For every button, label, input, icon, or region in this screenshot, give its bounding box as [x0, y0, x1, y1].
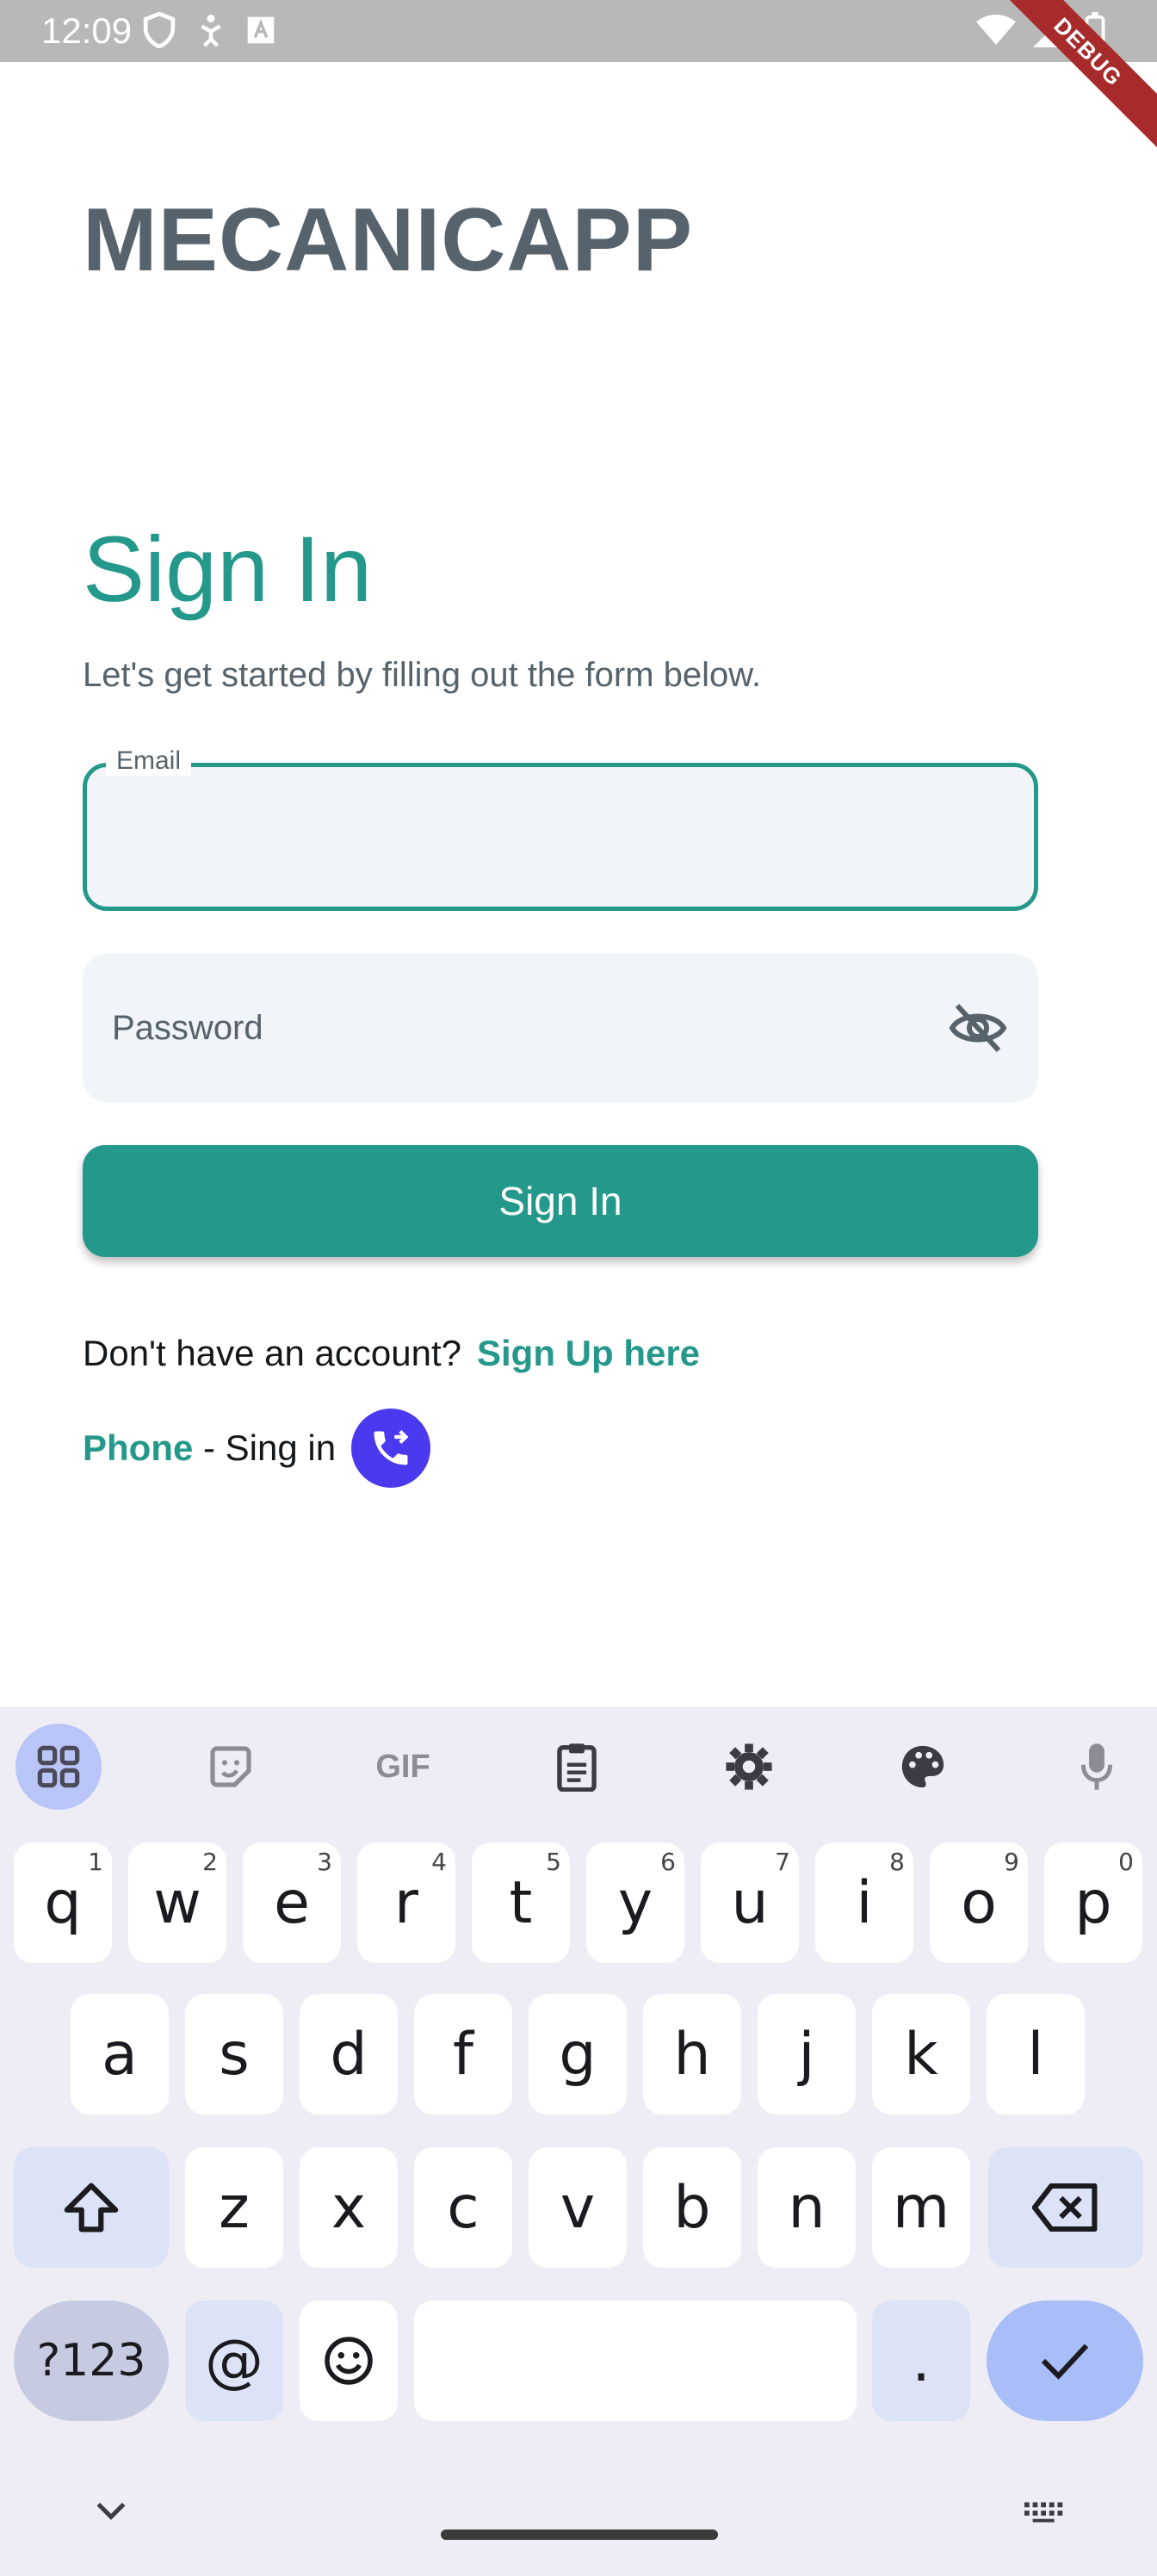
checkmark-icon	[1041, 2344, 1089, 2380]
eye-off-icon[interactable]	[949, 1000, 1007, 1056]
phone-link[interactable]: Phone	[83, 1427, 193, 1469]
key-r[interactable]: r4	[357, 1842, 455, 1963]
keyboard-bottom-bar	[0, 2473, 1157, 2576]
backspace-icon	[1032, 2183, 1098, 2232]
palette-icon	[901, 1745, 944, 1788]
gear-icon	[726, 1743, 772, 1790]
key-q[interactable]: q1	[14, 1842, 112, 1963]
key-k[interactable]: k	[872, 1994, 970, 2115]
chevron-down-icon[interactable]	[93, 2499, 129, 2524]
gif-button[interactable]: GIF	[360, 1724, 446, 1810]
key-e[interactable]: e3	[243, 1842, 341, 1963]
at-key[interactable]: @	[185, 2300, 283, 2421]
apps-grid-button[interactable]	[15, 1724, 102, 1810]
key-c[interactable]: c	[414, 2147, 512, 2268]
shift-key[interactable]	[14, 2147, 169, 2268]
key-f[interactable]: f	[414, 1994, 512, 2115]
period-key[interactable]: .	[872, 2300, 970, 2421]
key-w[interactable]: w2	[128, 1842, 226, 1963]
key-j[interactable]: j	[758, 1994, 856, 2115]
status-bar: 12:09 DEBUG	[0, 0, 1157, 157]
phone-signin-row: Phone - Sing in	[83, 1409, 431, 1488]
key-x[interactable]: x	[300, 2147, 398, 2268]
theme-button[interactable]	[880, 1724, 966, 1810]
key-d[interactable]: d	[300, 1994, 398, 2115]
shift-icon	[64, 2183, 119, 2232]
phone-suffix: - Sing in	[193, 1427, 337, 1468]
page-subtitle: Let's get started by filling out the for…	[83, 656, 762, 694]
key-g[interactable]: g	[529, 1994, 627, 2115]
key-h[interactable]: h	[643, 1994, 741, 2115]
symbols-key[interactable]: ?123	[14, 2300, 169, 2421]
keyboard-toolbar: GIF	[0, 1706, 1157, 1825]
key-l[interactable]: l	[987, 1994, 1085, 2115]
email-field[interactable]: Email	[83, 746, 1038, 911]
status-time: 12:09	[41, 10, 133, 51]
home-gesture-handle[interactable]	[441, 2530, 718, 2540]
sticker-icon	[210, 1746, 251, 1787]
space-key[interactable]	[414, 2300, 857, 2421]
grid-icon	[37, 1745, 80, 1788]
voice-input-button[interactable]	[1054, 1724, 1140, 1810]
emoji-key[interactable]	[300, 2300, 398, 2421]
key-y[interactable]: y6	[586, 1842, 684, 1963]
microphone-icon	[1080, 1743, 1113, 1790]
key-z[interactable]: z	[185, 2147, 283, 2268]
phone-signin-button[interactable]	[351, 1409, 431, 1488]
gif-label: GIF	[375, 1748, 430, 1785]
key-s[interactable]: s	[185, 1994, 283, 2115]
password-input[interactable]	[112, 994, 938, 1062]
email-input[interactable]	[113, 802, 999, 870]
done-key[interactable]	[987, 2300, 1143, 2421]
key-v[interactable]: v	[529, 2147, 627, 2268]
key-m[interactable]: m	[872, 2147, 970, 2268]
key-n[interactable]: n	[758, 2147, 856, 2268]
keyboard-switch-icon[interactable]	[1024, 2502, 1067, 2523]
accessibility-icon	[201, 15, 221, 47]
settings-button[interactable]	[706, 1724, 792, 1810]
key-u[interactable]: u7	[701, 1842, 799, 1963]
shield-icon	[143, 12, 176, 48]
soft-keyboard: GIF q1 w2 e3 r4 t5 y6 u7 i8 o9 p0 a s d …	[0, 1706, 1157, 2576]
account-prompt: Don't have an account?	[83, 1333, 461, 1373]
key-i[interactable]: i8	[815, 1842, 913, 1963]
signup-row: Don't have an account? Sign Up here	[83, 1333, 700, 1374]
phone-forwarded-icon	[374, 1429, 409, 1465]
clipboard-button[interactable]	[534, 1724, 620, 1810]
password-field[interactable]	[83, 954, 1038, 1102]
key-p[interactable]: p0	[1044, 1842, 1142, 1963]
email-label: Email	[106, 746, 192, 776]
key-a[interactable]: a	[71, 1994, 169, 2115]
emoji-icon	[325, 2337, 373, 2385]
text-a-icon	[247, 16, 275, 44]
key-t[interactable]: t5	[472, 1842, 570, 1963]
app-title: MECANICAPP	[83, 190, 694, 290]
signin-button[interactable]: Sign In	[83, 1145, 1038, 1257]
clipboard-icon	[557, 1743, 597, 1792]
sticker-button[interactable]	[188, 1724, 274, 1810]
backspace-key[interactable]	[988, 2147, 1143, 2268]
key-b[interactable]: b	[643, 2147, 741, 2268]
wifi-icon	[976, 14, 1016, 46]
key-o[interactable]: o9	[930, 1842, 1028, 1963]
signup-link[interactable]: Sign Up here	[477, 1333, 700, 1373]
page-title: Sign In	[83, 517, 373, 621]
